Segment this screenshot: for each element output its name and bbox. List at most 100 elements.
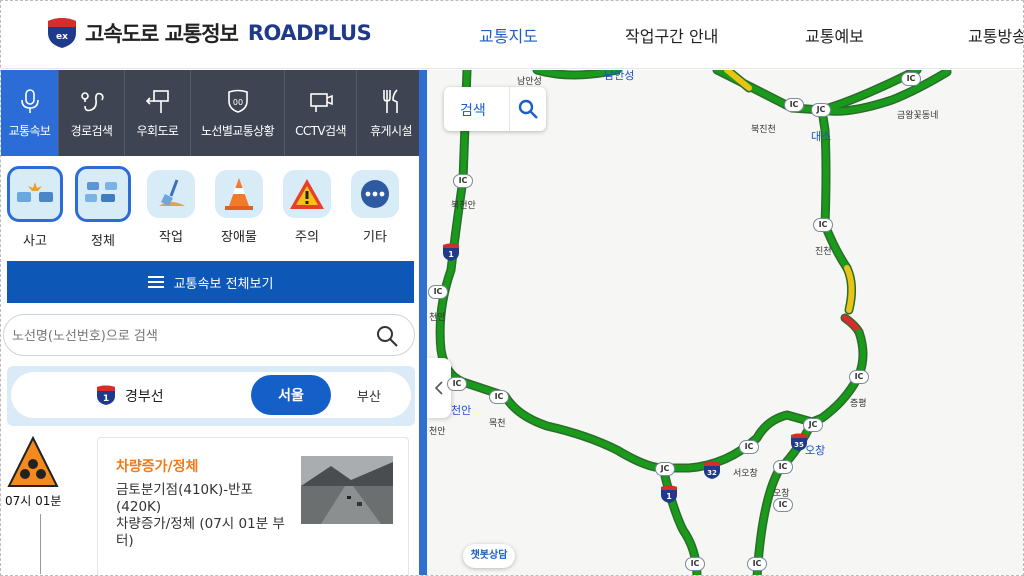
ic-marker[interactable]: IC [813,218,833,232]
map-label-jincheon: 진천 [815,247,832,257]
highway-shield-icon: 00 [227,89,248,113]
more-icon [361,180,389,208]
map-label-daeso: 대소 [811,130,832,143]
traffic-map[interactable]: 검색 남안성 남안성 북진천 대소 금왕꽃동네 북천안 진천 천안 천안 천안 … [427,70,1023,575]
category-congestion[interactable]: 정체 [75,166,131,249]
map-label-namanseong-blue: 남안성 [604,70,635,82]
svg-text:00: 00 [232,98,242,107]
category-accident[interactable]: 사고 [7,166,63,249]
map-label-mokcheon: 목천 [489,419,506,429]
timeline-line [40,514,41,574]
incident-item: 07시 01분 차량증가/정체 금토분기점(410K)-반포(420K) 차량증… [1,434,419,575]
left-panel: 교통속보 경로검색 우회도로 00 노선별교통상황 CCTV검색 휴게시설 사고… [1,70,427,575]
menu-rest-area[interactable]: 휴게시설 [357,70,425,156]
map-label-cheonan-blue: 천안 [451,404,472,417]
ic-marker[interactable]: IC [685,557,705,571]
ic-marker[interactable]: IC [447,377,467,391]
app-window: ex 고속도로 교통정보 ROADPLUS 교통지도 작업구간 안내 교통예보 … [0,0,1024,576]
jc-marker[interactable]: JC [803,418,823,432]
incident-title: 차량증가/정체 [116,459,199,475]
chevron-left-icon [434,381,443,395]
ic-marker[interactable]: IC [901,72,921,86]
menu-bar: 교통속보 경로검색 우회도로 00 노선별교통상황 CCTV검색 휴게시설 [1,70,425,156]
ic-marker[interactable]: IC [849,370,869,384]
detour-sign-icon [145,89,169,113]
map-label-bukjincheon: 북진천 [751,125,776,135]
category-work[interactable]: 작업 [143,170,199,245]
road-network [435,70,952,575]
svg-text:1: 1 [103,394,109,404]
incident-location: 금토분기점(410K)-반포(420K) [116,482,253,515]
nav-traffic-forecast[interactable]: 교통예보 [805,23,864,47]
map-label-cheonan-2: 천안 [429,427,446,437]
menu-detour[interactable]: 우회도로 [125,70,191,156]
fork-knife-icon [383,88,398,113]
microphone-icon [20,88,39,113]
route-direction-selector: 1 경부선 서울 부산 [7,366,415,426]
map-label-jeungpyeong: 증평 [850,399,867,409]
search-icon[interactable] [374,323,400,349]
ic-marker[interactable]: IC [773,498,793,512]
svg-text:1: 1 [666,492,672,501]
svg-text:32: 32 [707,469,717,477]
ic-marker[interactable]: IC [773,460,793,474]
category-filter: 사고 정체 작업 장애물 주의 기타 [1,166,419,252]
route-search-box [3,314,415,356]
route-icon [80,91,104,111]
congestion-icon [85,182,117,202]
cctv-thumbnail[interactable] [301,456,393,524]
cctv-icon [309,92,333,112]
map-label-seoochang: 서오창 [733,469,758,479]
svg-text:1: 1 [448,250,454,259]
direction-seoul-button[interactable]: 서울 [251,375,331,415]
top-nav: 교통지도 작업구간 안내 교통예보 교통방송 [1,23,1023,47]
ic-marker[interactable]: IC [489,390,509,404]
route-1-shield-icon: 1 [97,385,115,405]
accident-icon [17,182,53,202]
menu-lines-icon [147,273,164,291]
incident-card[interactable]: 차량증가/정체 금토분기점(410K)-반포(420K) 차량증가/정체 (07… [97,437,409,575]
menu-route-status[interactable]: 00 노선별교통상황 [191,70,285,156]
warning-icon [290,179,324,209]
search-icon[interactable] [516,97,540,121]
congestion-warning-icon [7,436,59,487]
map-label-namanseong: 남안성 [517,77,542,87]
map-label-bukcheonan: 북천안 [451,201,476,211]
map-search-widget: 검색 [444,87,546,131]
map-label-cheonan: 천안 [429,313,446,323]
category-obstacle[interactable]: 장애물 [211,170,267,245]
shovel-icon [159,179,185,206]
nav-work-zone[interactable]: 작업구간 안내 [625,23,718,47]
svg-text:35: 35 [794,441,804,449]
traffic-cone-icon [225,178,253,210]
menu-traffic-news[interactable]: 교통속보 [1,70,59,156]
ic-marker[interactable]: IC [739,440,759,454]
route-1-shield-icon: 1 [443,243,459,261]
menu-route-search[interactable]: 경로검색 [59,70,125,156]
route-1-shield-icon: 1 [661,485,677,503]
ic-marker[interactable]: IC [747,557,767,571]
route-search-input[interactable] [12,325,352,347]
view-all-news-button[interactable]: 교통속보 전체보기 [7,261,414,303]
chatbot-button[interactable]: 챗봇상담 [463,544,515,568]
route-name: 경부선 [125,389,164,405]
menu-cctv[interactable]: CCTV검색 [285,70,357,156]
jc-marker[interactable]: JC [811,103,831,117]
route-32-shield-icon: 32 [704,461,720,479]
route-35-shield-icon: 35 [791,433,807,451]
jc-marker[interactable]: JC [655,462,675,476]
ic-marker[interactable]: IC [784,98,804,112]
direction-busan-button[interactable]: 부산 [357,386,381,405]
road-outline [658,327,868,473]
road-segment-free [660,329,866,471]
incident-detail: 차량증가/정체 (07시 01분 부터) [116,516,285,549]
nav-traffic-broadcast[interactable]: 교통방송 [968,23,1023,47]
map-search-button[interactable]: 검색 [460,100,486,120]
category-caution[interactable]: 주의 [279,170,335,245]
ic-marker[interactable]: IC [428,285,448,299]
category-etc[interactable]: 기타 [347,170,403,245]
panel-scroll-edge [419,70,427,575]
nav-traffic-map[interactable]: 교통지도 [479,23,538,47]
ic-marker[interactable]: IC [453,174,473,188]
map-label-geumwang: 금왕꽃동네 [897,111,939,121]
